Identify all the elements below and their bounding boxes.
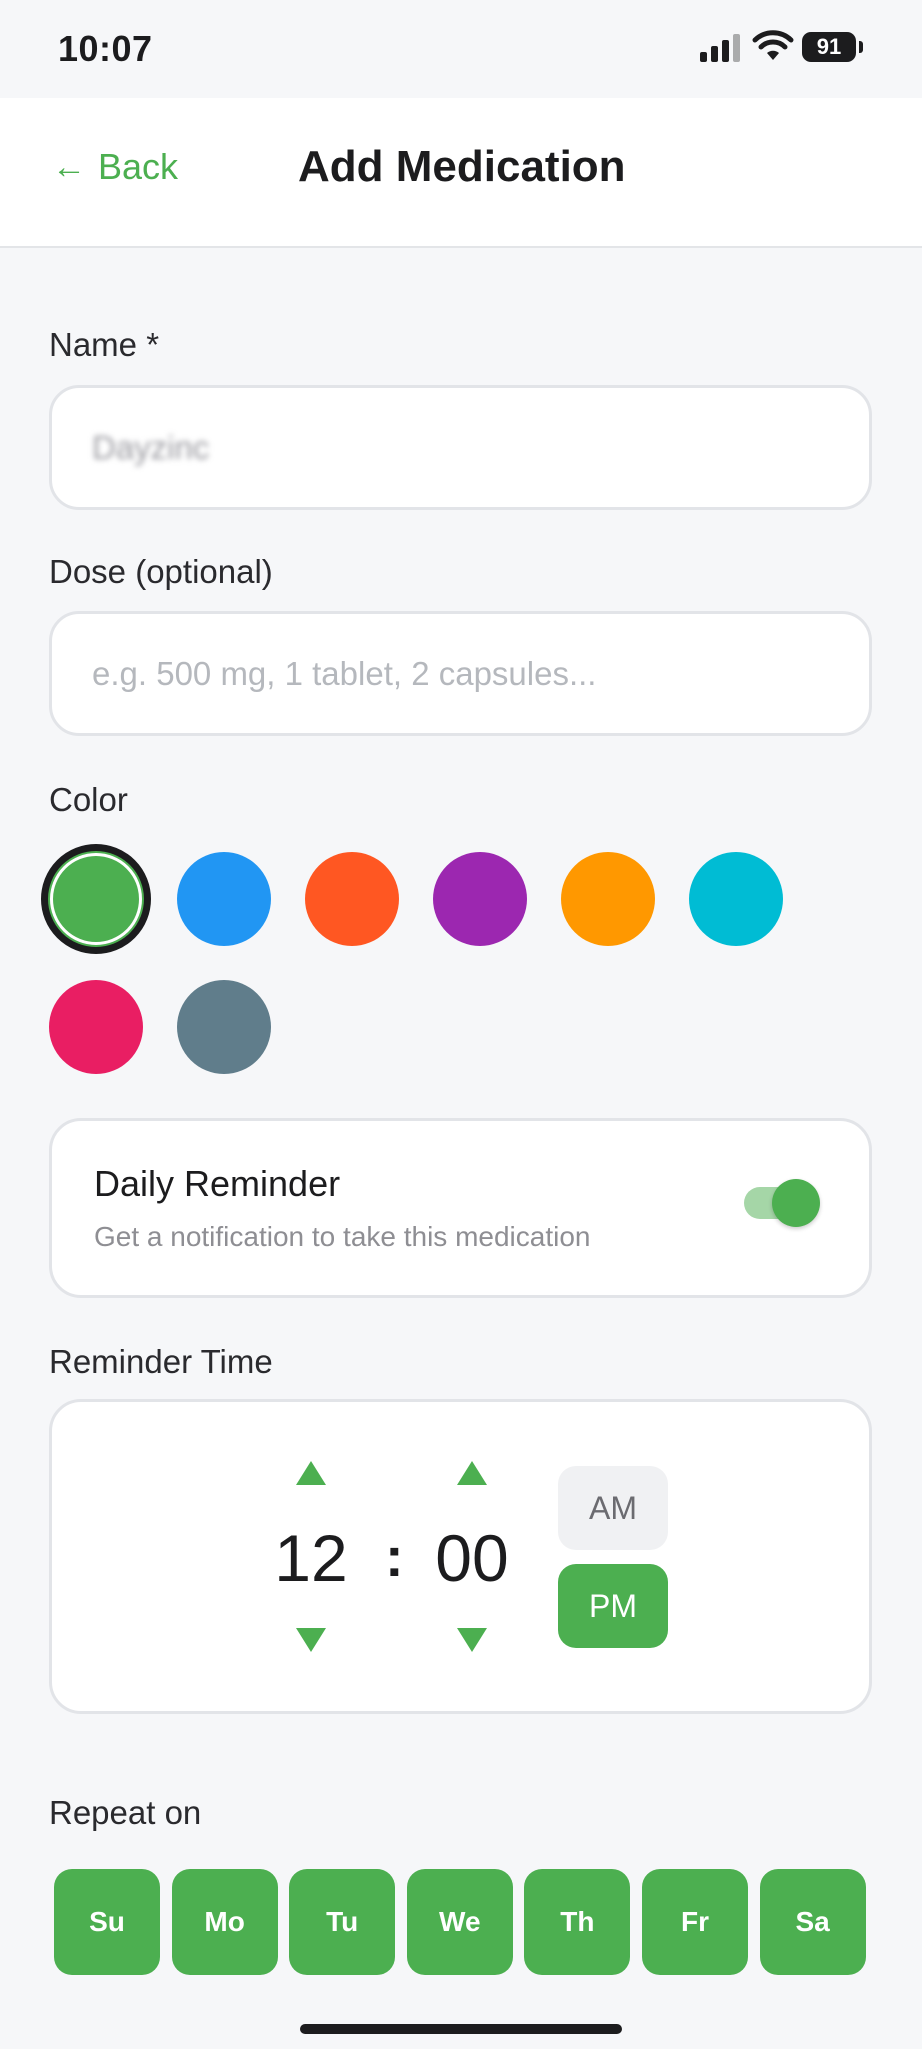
dose-input[interactable]: e.g. 500 mg, 1 tablet, 2 capsules...	[49, 611, 872, 736]
day-button-tu[interactable]: Tu	[289, 1869, 396, 1975]
day-button-th[interactable]: Th	[524, 1869, 631, 1975]
day-button-su[interactable]: Su	[54, 1869, 160, 1975]
home-indicator	[300, 2024, 622, 2034]
cellular-signal-icon	[700, 34, 742, 62]
color-swatch[interactable]	[561, 852, 655, 946]
add-medication-screen: 10:07 91 ← Back Add Medication Name * Da…	[0, 0, 922, 2049]
reminder-time-label: Reminder Time	[49, 1343, 273, 1380]
daily-reminder-subtitle: Get a notification to take this medicati…	[94, 1221, 591, 1252]
daily-reminder-title: Daily Reminder	[94, 1163, 341, 1204]
page-title: Add Medication	[298, 142, 626, 191]
name-input-value: Dayzinc	[92, 428, 210, 466]
color-label: Color	[49, 781, 128, 818]
back-button[interactable]: ← Back	[52, 146, 178, 188]
toggle-knob	[772, 1179, 820, 1227]
daily-reminder-toggle[interactable]	[744, 1179, 820, 1227]
minute-up-arrow-icon[interactable]	[457, 1461, 487, 1485]
day-button-we[interactable]: We	[406, 1869, 513, 1975]
day-button-mo[interactable]: Mo	[171, 1869, 278, 1975]
repeat-label: Repeat on	[49, 1794, 202, 1831]
color-swatch[interactable]	[177, 852, 271, 946]
color-swatch[interactable]	[177, 980, 271, 1074]
color-swatch[interactable]	[49, 980, 143, 1074]
status-time: 10:07	[58, 28, 153, 69]
pm-button[interactable]: PM	[558, 1564, 668, 1648]
back-arrow-icon: ←	[52, 147, 86, 186]
wifi-icon	[752, 30, 794, 60]
day-button-fr[interactable]: Fr	[642, 1869, 748, 1975]
battery-icon: 91	[802, 32, 863, 62]
am-button[interactable]: AM	[558, 1466, 668, 1550]
color-swatch-selected[interactable]	[41, 844, 151, 954]
name-input[interactable]: Dayzinc	[49, 385, 872, 510]
hour-up-arrow-icon[interactable]	[296, 1461, 326, 1485]
minute-value: 00	[435, 1521, 509, 1595]
dose-label: Dose (optional)	[49, 553, 273, 590]
name-label: Name *	[49, 326, 160, 363]
hour-value: 12	[274, 1521, 348, 1595]
color-swatch[interactable]	[305, 852, 399, 946]
time-picker-card: 12 : 00 AM PM	[49, 1399, 872, 1714]
back-label: Back	[98, 146, 179, 187]
dose-placeholder: e.g. 500 mg, 1 tablet, 2 capsules...	[92, 654, 597, 692]
color-swatch[interactable]	[689, 852, 783, 946]
hour-down-arrow-icon[interactable]	[296, 1628, 326, 1652]
day-button-sa[interactable]: Sa	[759, 1869, 866, 1975]
status-bar: 10:07 91	[0, 0, 922, 98]
daily-reminder-card: Daily Reminder Get a notification to tak…	[49, 1118, 872, 1298]
minute-down-arrow-icon[interactable]	[457, 1628, 487, 1652]
time-separator: :	[385, 1525, 404, 1588]
nav-header: ← Back Add Medication	[0, 98, 922, 248]
color-swatch[interactable]	[433, 852, 527, 946]
